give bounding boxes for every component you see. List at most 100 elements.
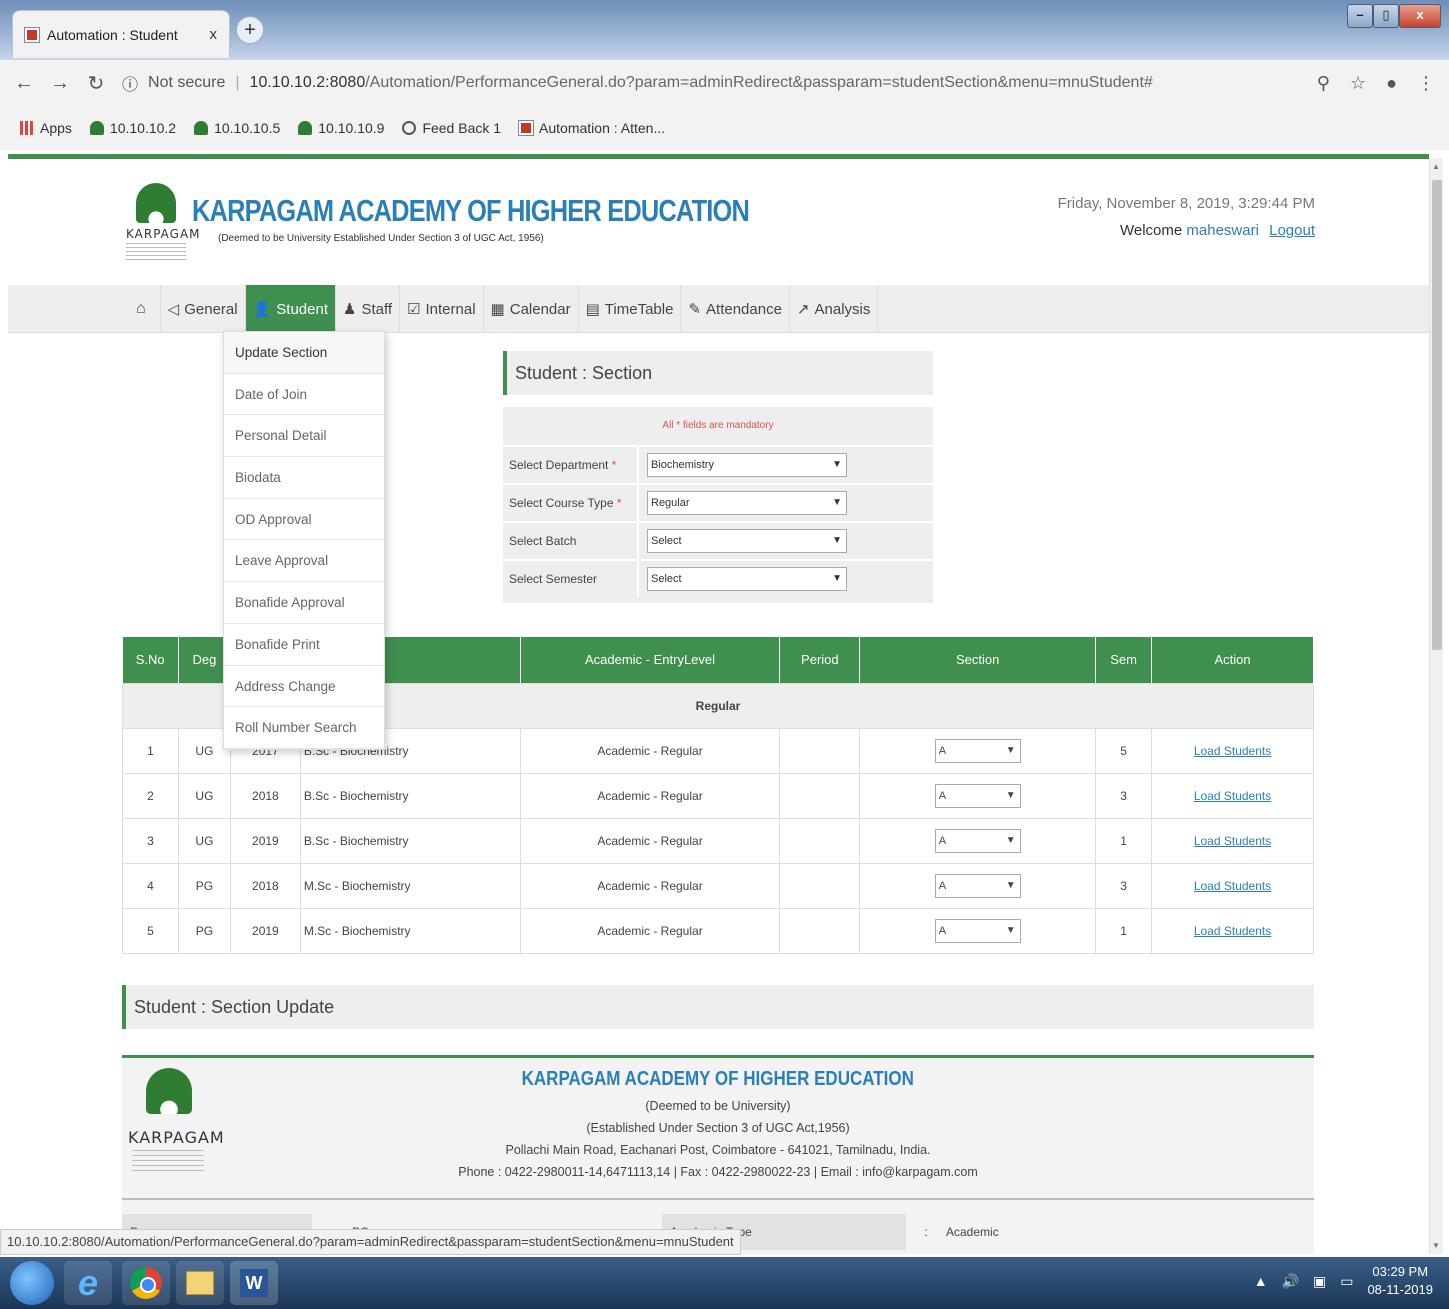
load-students-link[interactable]: Load Students xyxy=(1194,834,1271,848)
dropdown-item-leave-approval[interactable]: Leave Approval xyxy=(224,540,384,583)
reload-icon[interactable]: ↻ xyxy=(86,71,106,96)
dropdown-item-update-section[interactable]: Update Section xyxy=(224,332,384,374)
calendar-icon: ▦ xyxy=(490,301,505,318)
cell-sno: 1 xyxy=(122,727,179,774)
load-students-link[interactable]: Load Students xyxy=(1194,924,1271,938)
dropdown-item-roll-number-search[interactable]: Roll Number Search xyxy=(224,707,384,749)
course-type-select[interactable]: Regular ▼ xyxy=(647,491,847,515)
bookmark-feedback[interactable]: Feed Back 1 xyxy=(402,120,501,136)
load-students-link[interactable]: Load Students xyxy=(1194,744,1271,758)
table-icon: ▤ xyxy=(585,301,600,318)
menu-analysis[interactable]: ↗ Analysis xyxy=(790,285,879,333)
tab-close-button[interactable]: x xyxy=(210,26,218,43)
cell-year: 2019 xyxy=(229,817,301,864)
table-row: 5 PG 2019 M.Sc - Biochemistry Academic -… xyxy=(122,907,1314,954)
new-tab-button[interactable]: + xyxy=(236,16,264,44)
minimize-button[interactable]: – xyxy=(1347,4,1373,28)
dropdown-item-address-change[interactable]: Address Change xyxy=(224,666,384,708)
bookmark-automation[interactable]: Automation : Atten... xyxy=(518,120,665,136)
scroll-up-icon[interactable]: ▲ xyxy=(1432,162,1440,171)
zoom-icon[interactable]: ⚲ xyxy=(1317,73,1330,94)
back-arrow-icon[interactable]: ← xyxy=(14,72,34,95)
bookmark-site-2[interactable]: 10.10.10.5 xyxy=(194,120,280,136)
cell-sem: 1 xyxy=(1095,907,1153,954)
browser-tab[interactable]: Automation : Student x xyxy=(12,10,230,58)
bookmark-site-1[interactable]: 10.10.10.2 xyxy=(89,120,176,136)
page-scrollbar[interactable]: ▲ ▼ xyxy=(1429,158,1443,1254)
chrome-icon[interactable] xyxy=(122,1261,170,1305)
maximize-button[interactable]: ▯ xyxy=(1373,4,1399,28)
cell-action: Load Students xyxy=(1151,772,1314,819)
menu-student[interactable]: 👤 Student xyxy=(245,285,336,333)
forward-arrow-icon[interactable]: → xyxy=(50,72,70,95)
start-button-icon[interactable] xyxy=(10,1261,54,1305)
cell-course: M.Sc - Biochemistry xyxy=(299,907,521,954)
menu-timetable[interactable]: ▤ TimeTable xyxy=(579,285,682,333)
menu-attendance[interactable]: ✎ Attendance xyxy=(681,285,790,333)
info-icon[interactable]: ⓘ xyxy=(122,71,138,95)
action-center-icon[interactable]: ▭ xyxy=(1340,1273,1353,1290)
dropdown-item-personal-detail[interactable]: Personal Detail xyxy=(224,415,384,458)
leaf-emblem-icon xyxy=(136,183,176,223)
load-students-link[interactable]: Load Students xyxy=(1194,879,1271,893)
section-select[interactable]: A ▼ xyxy=(934,873,1021,898)
menu-staff[interactable]: ♟ Staff xyxy=(336,285,401,333)
dropdown-arrow-icon: ▼ xyxy=(832,497,842,508)
department-select[interactable]: Biochemistry ▼ xyxy=(647,453,847,477)
file-explorer-icon[interactable] xyxy=(176,1261,224,1305)
section-select[interactable]: A ▼ xyxy=(934,783,1021,808)
status-url-tooltip: 10.10.10.2:8080/Automation/PerformanceGe… xyxy=(0,1229,741,1255)
menu-dots-icon[interactable]: ⋮ xyxy=(1417,73,1435,94)
dropdown-item-biodata[interactable]: Biodata xyxy=(224,457,384,499)
bookmark-apps[interactable]: Apps xyxy=(20,120,72,136)
scroll-down-icon[interactable]: ▼ xyxy=(1432,1241,1440,1250)
logo-fine-print xyxy=(126,243,186,261)
clock[interactable]: 03:29 PM 08-11-2019 xyxy=(1367,1263,1433,1299)
select-value: A xyxy=(938,789,947,802)
url-field[interactable]: ⓘ Not secure | 10.10.10.2:8080/Automatio… xyxy=(122,71,1301,95)
internet-explorer-icon[interactable]: e xyxy=(64,1261,112,1305)
profile-icon[interactable]: ● xyxy=(1386,73,1397,94)
cell-entry: Academic - Regular xyxy=(519,727,781,774)
bookmark-star-icon[interactable]: ☆ xyxy=(1350,73,1366,94)
send-icon: ◁ xyxy=(167,301,180,318)
menu-general[interactable]: ◁ General xyxy=(161,285,246,333)
volume-icon[interactable]: 🔊 xyxy=(1282,1273,1299,1290)
tray-expand-icon[interactable]: ▲ xyxy=(1254,1273,1268,1289)
cell-deg: UG xyxy=(177,772,231,819)
automation-favicon-icon xyxy=(24,26,40,43)
home-icon[interactable]: ⌂ xyxy=(122,285,161,333)
word-logo-icon: W xyxy=(240,1269,268,1297)
logout-link[interactable]: Logout xyxy=(1269,222,1315,239)
dropdown-arrow-icon: ▼ xyxy=(1005,879,1016,891)
cell-sem: 5 xyxy=(1095,727,1153,774)
menu-internal[interactable]: ☑ Internal xyxy=(400,285,484,333)
cell-period xyxy=(779,817,861,864)
form-row-department: Select Department * Biochemistry ▼ xyxy=(503,445,933,483)
dropdown-item-bonafide-print[interactable]: Bonafide Print xyxy=(224,624,384,666)
network-icon[interactable]: ▣ xyxy=(1313,1273,1326,1290)
welcome-line: Welcome maheswari Logout xyxy=(1058,222,1315,239)
load-students-link[interactable]: Load Students xyxy=(1194,789,1271,803)
dropdown-item-date-of-join[interactable]: Date of Join xyxy=(224,374,384,416)
menu-calendar[interactable]: ▦ Calendar xyxy=(484,285,579,333)
cell-year: 2019 xyxy=(229,907,301,954)
site-logo[interactable]: KARPAGAM KARPAGAM ACADEMY OF HIGHER EDUC… xyxy=(126,181,871,265)
section-select[interactable]: A ▼ xyxy=(934,738,1021,763)
word-icon[interactable]: W xyxy=(230,1261,278,1305)
section-select[interactable]: A ▼ xyxy=(934,828,1021,853)
bookmark-site-3[interactable]: 10.10.10.9 xyxy=(298,120,384,136)
menu-label: TimeTable xyxy=(604,300,674,318)
section-select[interactable]: A ▼ xyxy=(934,918,1021,943)
dropdown-item-bonafide-approval[interactable]: Bonafide Approval xyxy=(224,582,384,624)
address-bar: ← → ↻ ⓘ Not secure | 10.10.10.2:8080/Aut… xyxy=(0,60,1449,106)
scroll-thumb[interactable] xyxy=(1432,180,1442,650)
batch-select[interactable]: Select ▼ xyxy=(647,529,847,553)
semester-select[interactable]: Select ▼ xyxy=(647,567,847,591)
close-window-button[interactable]: x xyxy=(1399,4,1441,28)
dropdown-item-od-approval[interactable]: OD Approval xyxy=(224,499,384,541)
report-heading: KARPAGAM ACADEMY OF HIGHER EDUCATION (De… xyxy=(122,1068,1314,1179)
automation-icon xyxy=(518,120,535,136)
select-value: Biochemistry xyxy=(651,459,714,471)
clock-date: 08-11-2019 xyxy=(1367,1282,1433,1297)
